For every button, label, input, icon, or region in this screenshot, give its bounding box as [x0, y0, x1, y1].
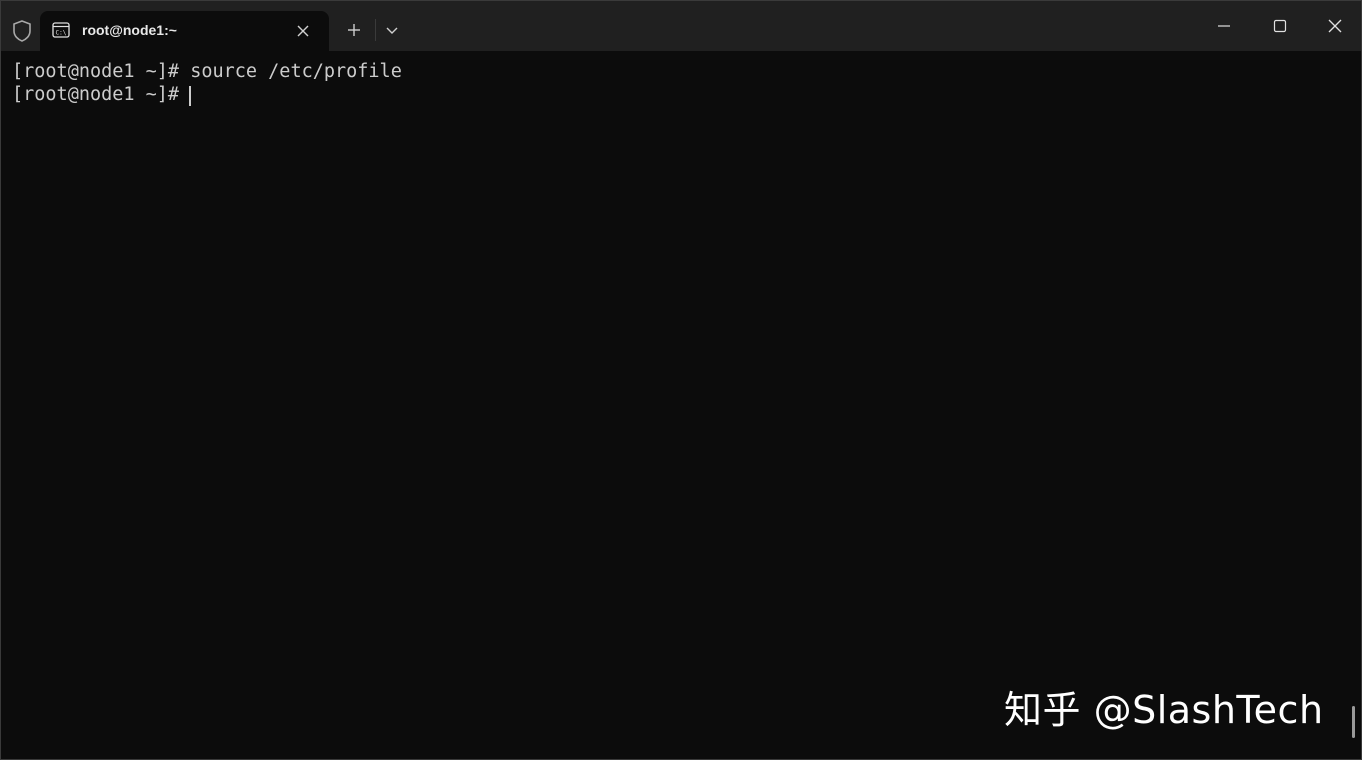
text-cursor [189, 86, 191, 106]
terminal-window: C:\ root@node1:~ [root@node1 ~]# source … [0, 0, 1362, 760]
chevron-down-icon[interactable] [383, 23, 401, 39]
maximize-icon [1273, 19, 1287, 33]
tab-root-node1[interactable]: C:\ root@node1:~ [40, 11, 329, 51]
scrollbar-thumb[interactable] [1352, 706, 1355, 738]
terminal-line: [root@node1 ~]# source /etc/profile [12, 61, 402, 82]
terminal-prompt-line: [root@node1 ~]# [12, 84, 191, 105]
tab-title: root@node1:~ [82, 22, 177, 38]
tab-divider [375, 19, 376, 41]
terminal-cmd-icon: C:\ [52, 22, 70, 38]
minimize-icon [1218, 25, 1230, 27]
close-window-button[interactable] [1307, 1, 1361, 51]
minimize-button[interactable] [1196, 1, 1252, 51]
shield-icon [13, 20, 31, 42]
svg-text:C:\: C:\ [56, 30, 67, 37]
tab-close-icon[interactable] [294, 22, 312, 40]
terminal-output[interactable]: [root@node1 ~]# source /etc/profile [roo… [1, 51, 1361, 759]
close-icon [1328, 19, 1342, 33]
watermark: 知乎 @SlashTech [1004, 688, 1324, 732]
title-bar[interactable]: C:\ root@node1:~ [1, 1, 1361, 51]
maximize-button[interactable] [1252, 1, 1308, 51]
plus-icon[interactable] [344, 20, 364, 40]
